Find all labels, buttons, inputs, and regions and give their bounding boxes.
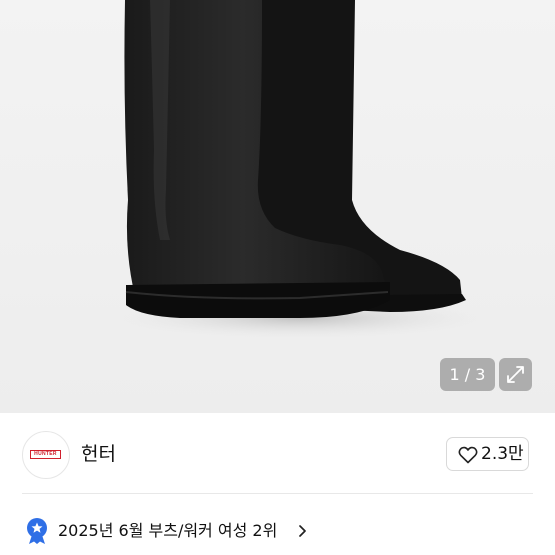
ranking-text: 2025년 6월 부츠/워커 여성 2위: [58, 521, 278, 540]
brand-row: HUNTER 헌터 2.3만: [0, 413, 555, 495]
ranking-row[interactable]: 2025년 6월 부츠/워커 여성 2위: [0, 506, 555, 555]
brand-name[interactable]: 헌터: [81, 441, 116, 467]
divider: [22, 493, 533, 494]
brand-logo-text: HUNTER: [30, 450, 61, 459]
chevron-right-icon: [299, 525, 306, 537]
product-image: [100, 0, 500, 340]
like-count: 2.3만: [481, 444, 524, 464]
like-button[interactable]: 2.3만: [446, 437, 529, 471]
expand-icon: [507, 366, 524, 383]
expand-button[interactable]: [499, 358, 532, 391]
heart-outline-icon: [458, 446, 478, 464]
brand-logo[interactable]: HUNTER: [22, 431, 70, 479]
image-counter: 1 / 3: [440, 358, 495, 391]
badge-star-icon: [27, 518, 47, 544]
product-image-gallery[interactable]: 1 / 3: [0, 0, 555, 413]
